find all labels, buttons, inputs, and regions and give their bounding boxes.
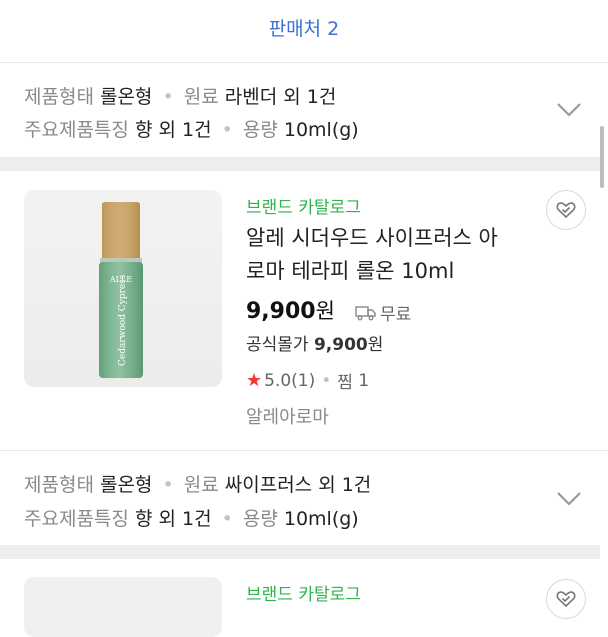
spec-key: 용량 <box>242 119 278 141</box>
official-price: 공식몰가 9,900원 <box>246 330 383 355</box>
rating-row: ★ 5.0(1) • 찜 1 <box>246 368 369 393</box>
spec-row-2: 주요제품특징 향 외 1건 • 용량 10ml(g) <box>24 504 359 531</box>
sellers-label[interactable]: 판매처 2 <box>269 14 340 41</box>
spec-value: 롤온형 <box>99 86 153 108</box>
shipping-info: 무료 <box>355 300 411 325</box>
spec-row-1: 제품형태 롤온형 • 원료 싸이프러스 외 1건 <box>24 470 371 497</box>
dot-separator: • <box>221 119 233 141</box>
product-title-line: 알레 시더우드 사이프러스 아 <box>246 226 498 250</box>
wishlist-button[interactable] <box>546 579 586 619</box>
price-unit: 원 <box>315 299 335 323</box>
spec-value: 싸이프러스 외 1건 <box>224 474 372 496</box>
divider <box>0 450 608 451</box>
spec-key: 주요제품특징 <box>24 119 129 141</box>
wishlist-button[interactable] <box>546 190 586 230</box>
spec-value: 향 외 1건 <box>134 119 212 141</box>
product-title-line: 로마 테라피 롤온 10ml <box>246 259 455 283</box>
official-label: 공식몰가 <box>246 335 309 355</box>
price-value: 9,900 <box>246 299 316 324</box>
spec-key: 제품형태 <box>24 86 94 108</box>
wish-count: 1 <box>358 370 370 391</box>
product-image[interactable]: ALLE Cedarwood Cypress <box>24 190 222 387</box>
sellers-link[interactable]: 판매처 2 <box>0 0 608 62</box>
chevron-down-icon[interactable] <box>556 491 582 507</box>
dot-separator: • <box>221 508 233 530</box>
heart-check-icon <box>556 591 576 608</box>
brand-catalog-label[interactable]: 브랜드 카탈로그 <box>246 580 361 605</box>
spec-value: 향 외 1건 <box>134 508 212 530</box>
heart-check-icon <box>556 202 576 219</box>
spec-key: 용량 <box>242 508 278 530</box>
spec-key: 제품형태 <box>24 474 94 496</box>
spec-row-2: 주요제품특징 향 외 1건 • 용량 10ml(g) <box>24 115 359 142</box>
section-gap <box>0 545 600 559</box>
truck-icon <box>355 305 376 320</box>
spec-value: 10ml(g) <box>283 119 359 141</box>
scrollbar[interactable] <box>600 126 604 188</box>
product-image[interactable] <box>24 577 222 637</box>
star-icon: ★ <box>246 370 263 391</box>
dot-separator: • <box>321 370 332 391</box>
shipping-label: 무료 <box>380 305 412 325</box>
store-name[interactable]: 알레아로마 <box>246 403 329 429</box>
divider <box>0 62 608 63</box>
product-title[interactable]: 알레 시더우드 사이프러스 아 로마 테라피 롤온 10ml <box>246 222 536 288</box>
rating-value: 5.0(1) <box>264 370 316 391</box>
spec-key: 주요제품특징 <box>24 508 129 530</box>
spec-row-1: 제품형태 롤온형 • 원료 라벤더 외 1건 <box>24 82 336 109</box>
wish-label: 찜 <box>337 373 353 393</box>
dot-separator: • <box>162 86 174 108</box>
dot-separator: • <box>162 474 174 496</box>
product-price: 9,900원 <box>246 295 335 325</box>
official-price-value: 9,900 <box>313 335 368 355</box>
spec-key: 원료 <box>183 86 219 108</box>
section-gap <box>0 157 600 171</box>
bottle-label-text: Cedarwood Cypress <box>118 274 128 366</box>
spec-value: 롤온형 <box>99 474 153 496</box>
roll-on-bottle-image: ALLE Cedarwood Cypress <box>99 202 143 378</box>
official-price-unit: 원 <box>367 335 384 355</box>
brand-catalog-label[interactable]: 브랜드 카탈로그 <box>246 193 361 218</box>
spec-value: 라벤더 외 1건 <box>224 86 337 108</box>
spec-key: 원료 <box>183 474 219 496</box>
chevron-down-icon[interactable] <box>556 102 582 118</box>
spec-value: 10ml(g) <box>283 508 359 530</box>
